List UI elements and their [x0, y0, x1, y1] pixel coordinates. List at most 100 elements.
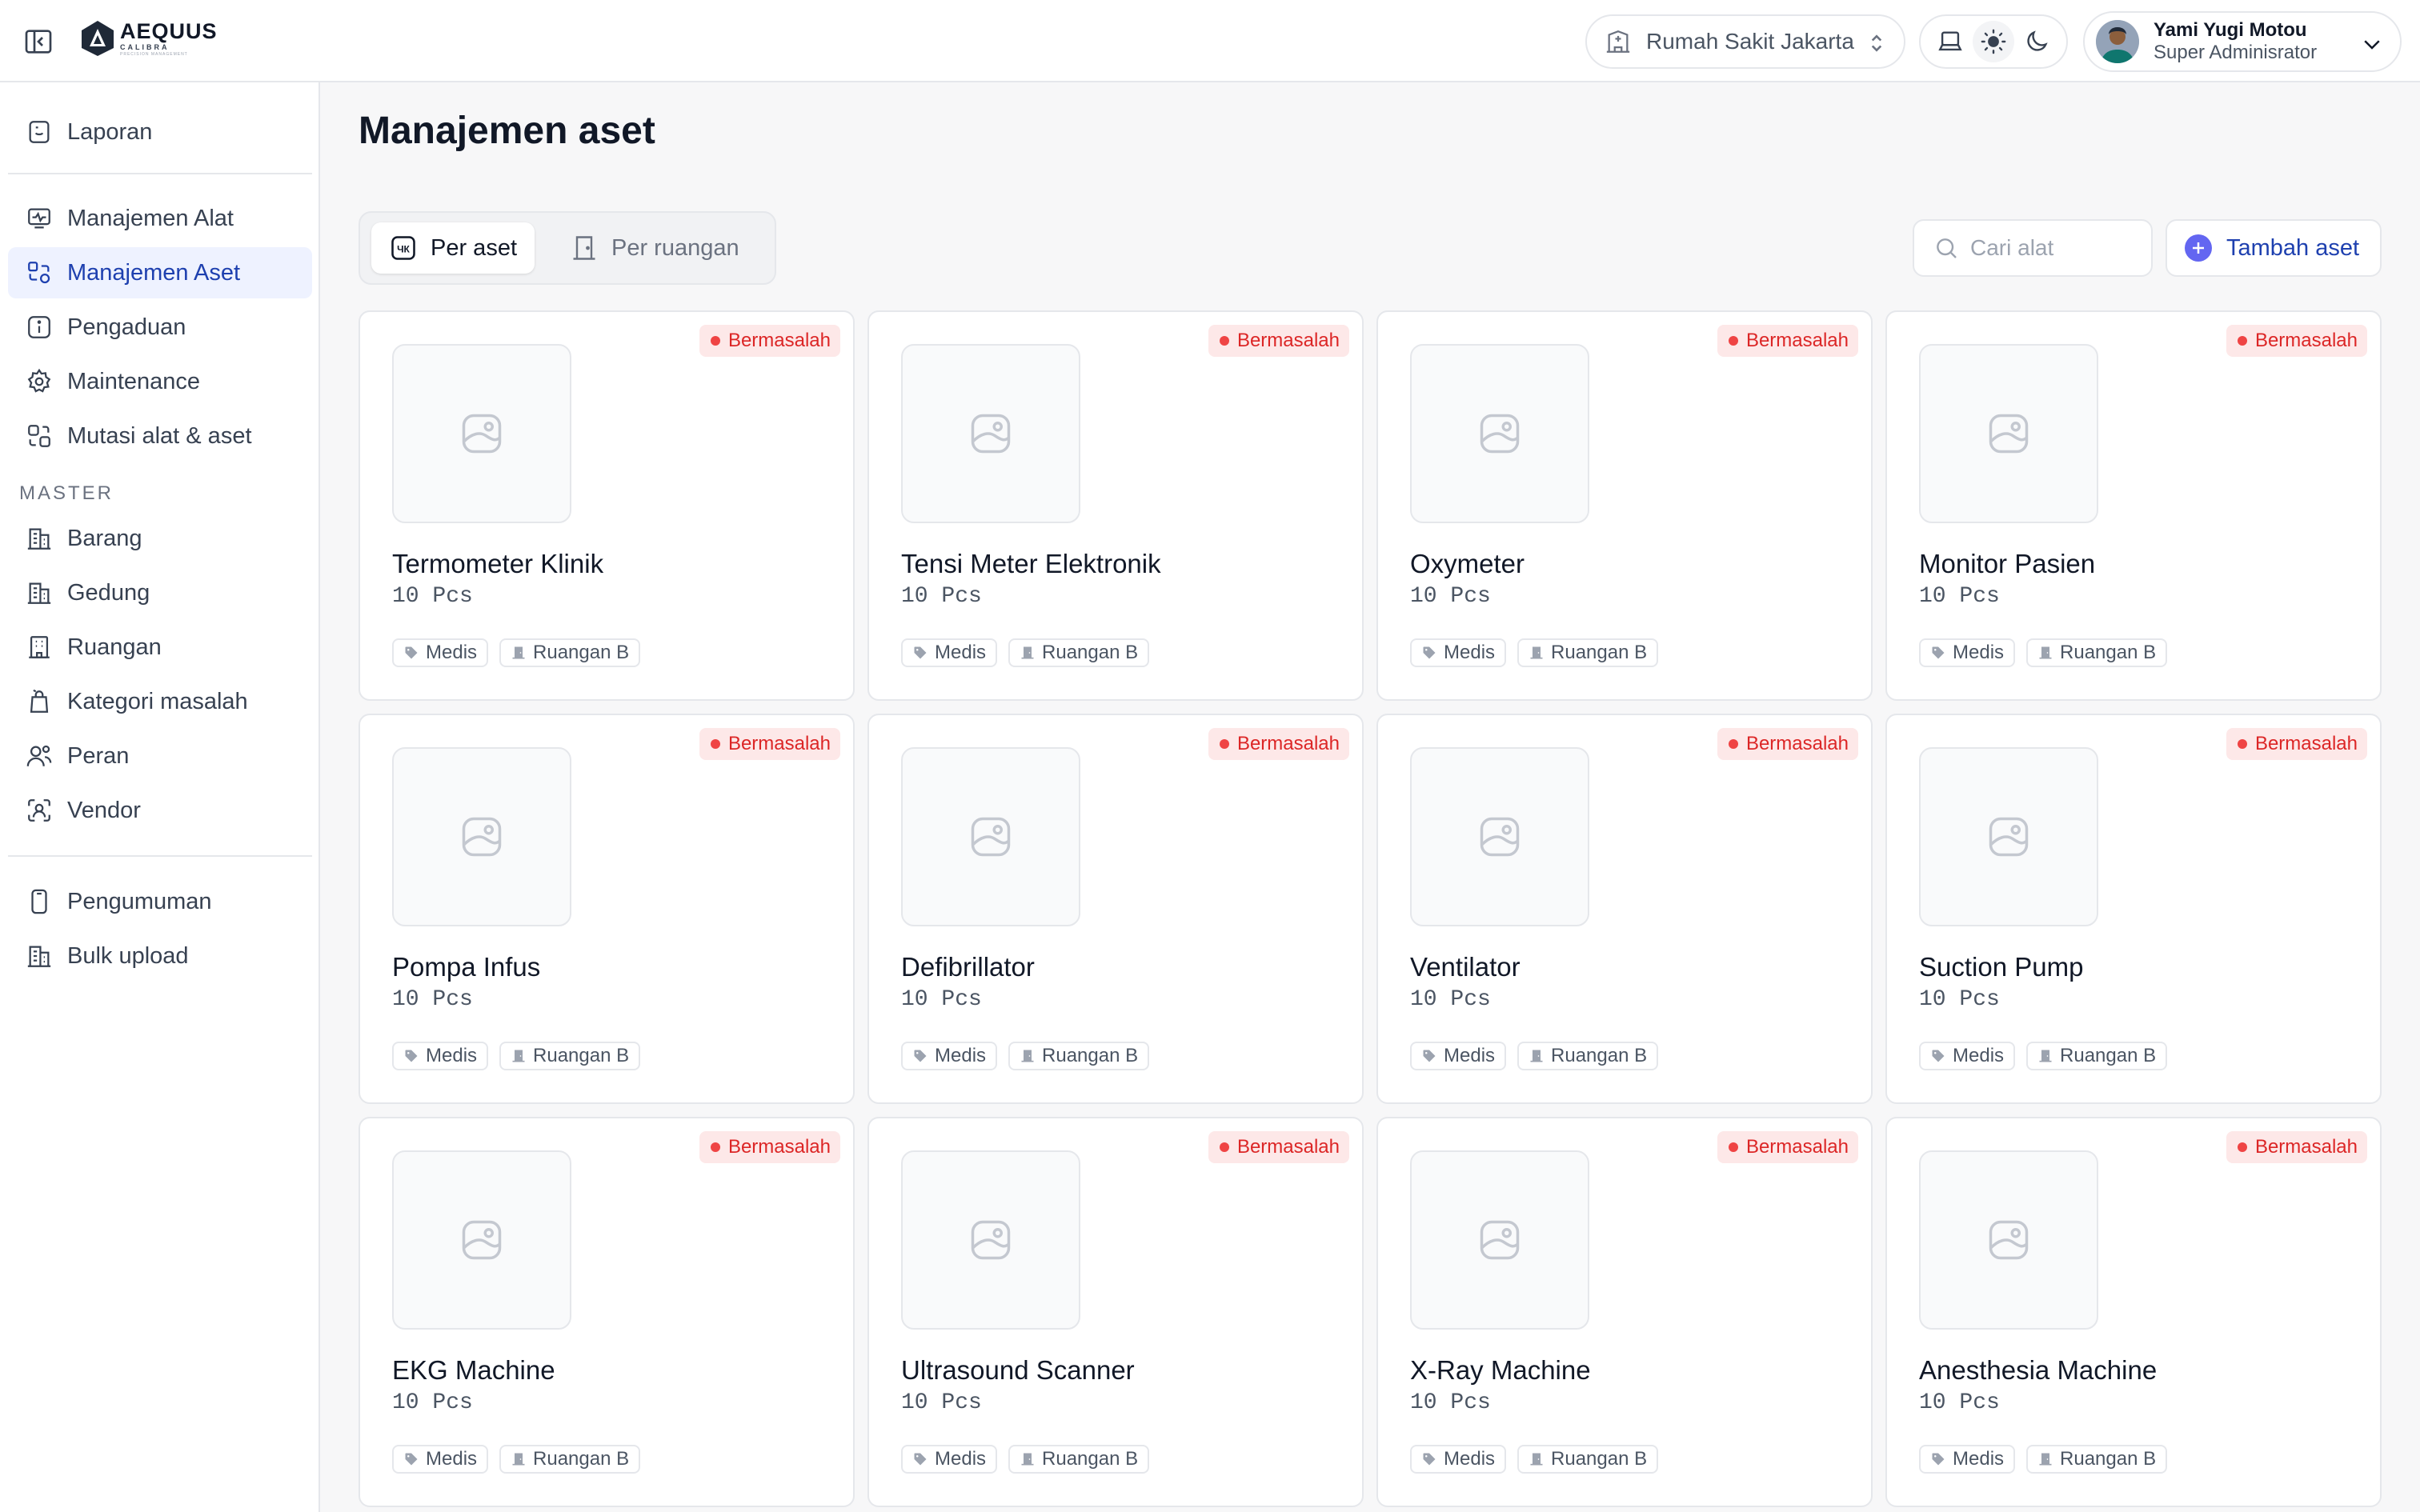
asset-grid: Bermasalah Termometer Klinik 10 Pcs Medi…	[359, 310, 2382, 1507]
category-label: Medis	[935, 1448, 987, 1470]
asset-name: Anesthesia Machine	[1919, 1355, 2158, 1385]
sidebar-item-peran[interactable]: Peran	[8, 730, 312, 782]
image-placeholder-icon	[462, 1220, 502, 1260]
asset-thumbnail	[1410, 747, 1589, 926]
logo-subtitle: CALIBRA	[120, 42, 170, 51]
status-badge: Bermasalah	[1208, 325, 1349, 357]
sidebar-item-gedung[interactable]: Gedung	[8, 567, 312, 618]
room-label: Ruangan B	[533, 642, 630, 663]
search-icon	[1937, 238, 1957, 258]
status-label: Bermasalah	[1745, 330, 1849, 351]
asset-card[interactable]: Bermasalah Suction Pump 10 Pcs Medis Rua…	[1885, 714, 2382, 1104]
asset-thumbnail	[901, 344, 1080, 523]
room-icon	[1530, 1453, 1543, 1466]
asset-quantity: 10 Pcs	[901, 987, 982, 1012]
theme-system-button[interactable]	[1929, 21, 1971, 62]
asset-card[interactable]: Bermasalah Oxymeter 10 Pcs Medis Ruangan…	[1376, 310, 1873, 701]
bag-icon	[30, 689, 49, 713]
asset-card[interactable]: Bermasalah Ventilator 10 Pcs Medis Ruang…	[1376, 714, 1873, 1104]
sidebar-item-maintenance[interactable]: Maintenance	[8, 356, 312, 407]
room-icon	[29, 636, 50, 658]
room-label: Ruangan B	[533, 1045, 630, 1066]
sidebar-item-laporan[interactable]: Laporan	[8, 106, 312, 158]
sidebar-item-pengumuman[interactable]: Pengumuman	[8, 876, 312, 927]
status-dot-icon	[2237, 739, 2247, 749]
sidebar-item-mutasi[interactable]: Mutasi alat & aset	[8, 410, 312, 462]
tab-per-aset[interactable]: ЧК Per aset	[371, 222, 535, 274]
sidebar-item-ruangan[interactable]: Ruangan	[8, 622, 312, 673]
asset-card[interactable]: Bermasalah Ultrasound Scanner 10 Pcs Med…	[867, 1117, 1364, 1507]
asset-card[interactable]: Bermasalah Anesthesia Machine 10 Pcs Med…	[1885, 1117, 2382, 1507]
room-tag: Ruangan B	[1008, 1445, 1150, 1474]
tag-icon	[405, 1453, 418, 1466]
category-label: Medis	[1953, 642, 2005, 663]
theme-dark-button[interactable]	[2016, 21, 2057, 62]
asset-card[interactable]: Bermasalah Monitor Pasien 10 Pcs Medis R…	[1885, 310, 2382, 701]
asset-card[interactable]: Bermasalah X-Ray Machine 10 Pcs Medis Ru…	[1376, 1117, 1873, 1507]
sidebar-toggle-button[interactable]	[21, 24, 56, 59]
status-badge: Bermasalah	[1717, 728, 1858, 760]
asset-card[interactable]: Bermasalah EKG Machine 10 Pcs Medis Ruan…	[359, 1117, 855, 1507]
sidebar-item-pengaduan[interactable]: Pengaduan	[8, 302, 312, 353]
asset-name: Oxymeter	[1410, 549, 1525, 578]
category-tag: Medis	[392, 638, 489, 667]
app-logo[interactable]: AEQUUS CALIBRA PRECISION MANAGEMENT	[80, 19, 218, 58]
tab-per-ruangan[interactable]: Per ruangan	[552, 222, 757, 274]
tag-icon	[914, 1453, 927, 1466]
info-icon	[28, 316, 50, 338]
asset-quantity: 10 Pcs	[1410, 987, 1491, 1012]
asset-card[interactable]: Bermasalah Tensi Meter Elektronik 10 Pcs…	[867, 310, 1364, 701]
status-label: Bermasalah	[1236, 1136, 1340, 1158]
status-badge: Bermasalah	[1717, 325, 1858, 357]
sidebar-divider	[8, 855, 312, 857]
asset-quantity: 10 Pcs	[901, 1390, 982, 1415]
image-placeholder-icon	[971, 414, 1011, 454]
status-badge: Bermasalah	[2226, 1131, 2367, 1163]
status-label: Bermasalah	[1745, 733, 1849, 754]
asset-icon	[28, 262, 50, 284]
sidebar-item-kategori-masalah[interactable]: Kategori masalah	[8, 676, 312, 727]
status-dot-icon	[1219, 739, 1229, 749]
asset-card[interactable]: Bermasalah Defibrillator 10 Pcs Medis Ru…	[867, 714, 1364, 1104]
sidebar-item-label: Barang	[67, 525, 142, 551]
asset-name: Tensi Meter Elektronik	[901, 549, 1161, 578]
add-asset-button[interactable]: Tambah aset	[2166, 219, 2382, 277]
hospital-select[interactable]: Rumah Sakit Jakarta	[1585, 14, 1905, 69]
sidebar-item-label: Gedung	[67, 579, 150, 606]
tag-icon	[405, 1050, 418, 1062]
sidebar-item-manajemen-alat[interactable]: Manajemen Alat	[8, 193, 312, 244]
sidebar-item-bulk-upload[interactable]: Bulk upload	[8, 930, 312, 982]
theme-light-button[interactable]	[1973, 21, 2014, 62]
search-box	[1913, 219, 2153, 277]
asset-name: Defibrillator	[901, 952, 1035, 982]
top-header: AEQUUS CALIBRA PRECISION MANAGEMENT Ruma…	[0, 0, 2420, 82]
room-icon	[1021, 1453, 1034, 1466]
asset-thumbnail	[1919, 344, 2098, 523]
asset-name: EKG Machine	[392, 1355, 555, 1385]
asset-tags: Medis Ruangan B	[901, 1042, 1150, 1070]
asset-card[interactable]: Bermasalah Termometer Klinik 10 Pcs Medi…	[359, 310, 855, 701]
sidebar-item-vendor[interactable]: Vendor	[8, 785, 312, 836]
user-menu[interactable]: Yami Yugi Motou Super Adminisrator	[2083, 11, 2402, 72]
sidebar-item-manajemen-aset[interactable]: Manajemen Aset	[8, 247, 312, 298]
room-label: Ruangan B	[2060, 1448, 2157, 1470]
sidebar-item-label: Manajemen Aset	[67, 259, 241, 286]
status-badge: Bermasalah	[1717, 1131, 1858, 1163]
tag-icon	[405, 646, 418, 659]
search-input[interactable]	[1970, 235, 2130, 261]
asset-tags: Medis Ruangan B	[901, 1445, 1150, 1474]
status-label: Bermasalah	[727, 733, 831, 754]
room-label: Ruangan B	[2060, 642, 2157, 663]
status-dot-icon	[2237, 1142, 2247, 1152]
moon-icon	[2027, 30, 2048, 51]
asset-name: Monitor Pasien	[1919, 549, 2096, 578]
asset-card[interactable]: Bermasalah Pompa Infus 10 Pcs Medis Ruan…	[359, 714, 855, 1104]
users-icon	[26, 745, 52, 766]
category-label: Medis	[1953, 1448, 2005, 1470]
sidebar-item-barang[interactable]: Barang	[8, 513, 312, 564]
sidebar: Laporan Manajemen Alat Manajemen Aset Pe…	[0, 82, 320, 1512]
status-dot-icon	[710, 336, 720, 346]
room-label: Ruangan B	[1042, 642, 1139, 663]
status-label: Bermasalah	[727, 1136, 831, 1158]
asset-thumbnail	[392, 747, 571, 926]
